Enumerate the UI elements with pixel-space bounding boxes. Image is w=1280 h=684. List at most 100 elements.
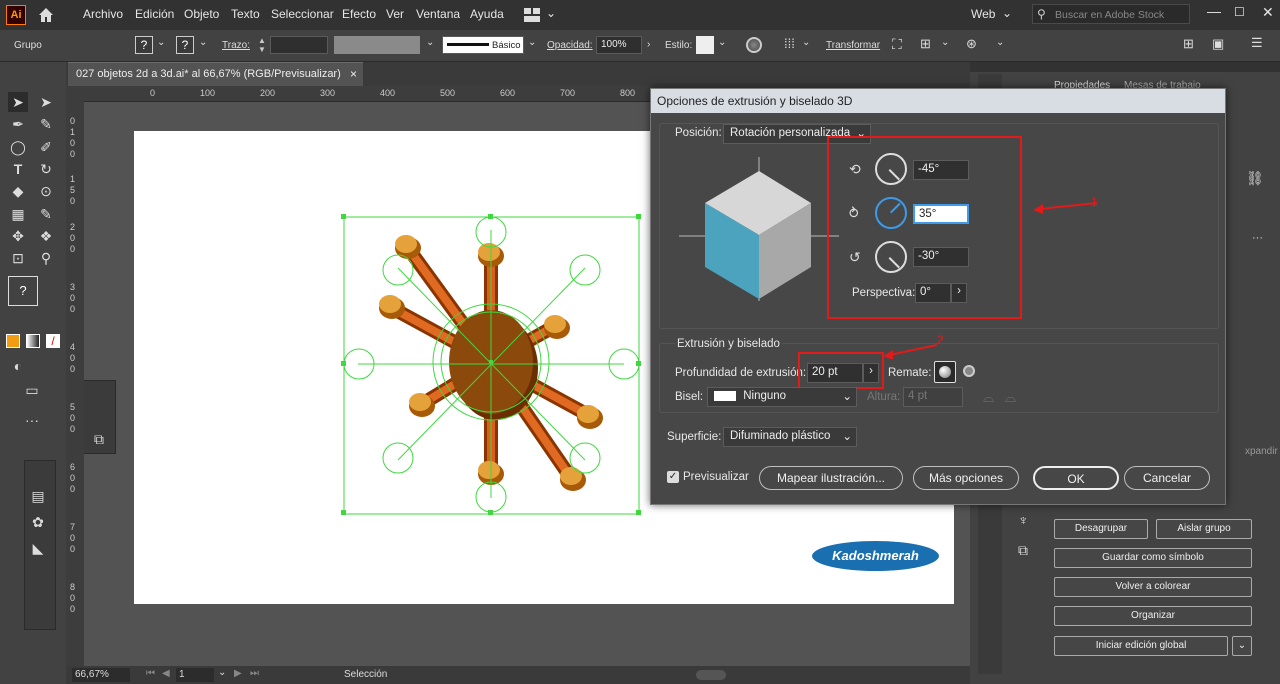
screen-mode-icon[interactable]: ▭ [22, 380, 42, 400]
more-options-button[interactable]: Más opciones [913, 466, 1019, 490]
workspace-switcher[interactable]: Web [971, 7, 995, 21]
zoom-tool-icon[interactable]: ⚲ [36, 248, 56, 268]
chevron-down-icon[interactable]: ⌄ [996, 37, 1004, 48]
gradient-mode-icon[interactable] [26, 334, 40, 348]
chevron-down-icon[interactable]: ⌄ [718, 37, 726, 48]
direct-selection-tool-icon[interactable]: ➤ [36, 92, 56, 112]
chevron-down-icon[interactable]: ⌄ [802, 37, 810, 48]
rotate-tool-icon[interactable]: ↻ [36, 159, 56, 179]
menu-texto[interactable]: Texto [231, 7, 260, 21]
draw-mode-icon[interactable]: ◐ [8, 356, 28, 376]
stroke-swatch[interactable]: ? [176, 36, 194, 54]
ungroup-button[interactable]: Desagrupar [1054, 519, 1148, 539]
fill-swatch-box[interactable]: ? [8, 276, 38, 306]
gradient-tool-icon[interactable]: ▦ [8, 204, 28, 224]
save-as-symbol-button[interactable]: Guardar como símbolo [1054, 548, 1252, 568]
chevron-down-icon[interactable]: ⌄ [218, 667, 226, 678]
selected-3d-group[interactable] [340, 210, 645, 520]
global-edit-button[interactable]: Iniciar edición global [1054, 636, 1228, 656]
variable-width-profile[interactable] [334, 36, 420, 54]
pen-tool-icon[interactable]: ✒ [8, 114, 28, 134]
chevron-down-icon[interactable]: ⌄ [157, 37, 165, 48]
home-icon[interactable] [37, 6, 55, 24]
cap-on-button[interactable] [934, 361, 956, 383]
stroke-stepper[interactable]: ▲ ▼ [256, 36, 268, 54]
arrange-documents-icon[interactable] [524, 8, 540, 22]
menu-objeto[interactable]: Objeto [184, 7, 219, 21]
menu-ventana[interactable]: Ventana [416, 7, 460, 21]
ok-button[interactable]: OK [1033, 466, 1119, 490]
minimize-icon[interactable]: — [1207, 3, 1221, 19]
isolate-group-button[interactable]: Aislar grupo [1156, 519, 1252, 539]
ellipse-tool-icon[interactable]: ◯ [8, 137, 28, 157]
preview-checkbox[interactable]: ✓ [667, 471, 679, 483]
fill-swatch[interactable]: ? [135, 36, 153, 54]
libraries-icon[interactable]: ▤ [28, 486, 48, 506]
zoom-field[interactable]: 66,67% [72, 668, 130, 682]
last-artboard-icon[interactable]: ⏭ [250, 668, 259, 679]
maximize-icon[interactable]: ☐ [1234, 5, 1245, 19]
surface-select[interactable]: Difuminado plástico ⌄ [723, 427, 857, 447]
curvature-tool-icon[interactable]: ✎ [36, 114, 56, 134]
selection-tool-icon[interactable]: ➤ [8, 92, 28, 112]
unlink-icon[interactable]: ⛓ [1246, 170, 1264, 187]
chevron-down-icon[interactable]: ⌄ [546, 6, 556, 20]
menu-seleccionar[interactable]: Seleccionar [271, 7, 334, 21]
fill-stroke-swatches[interactable]: ? [8, 276, 56, 321]
artboard-tool-icon[interactable]: ⊡ [8, 248, 28, 268]
panel-layout-icon[interactable]: ▣ [1212, 36, 1224, 52]
opacity-field[interactable]: 100% [596, 36, 642, 54]
transform-bounds-icon[interactable]: ⛶ [892, 36, 902, 53]
align-grid-icon[interactable]: ⁞⁞⁞ [784, 36, 795, 51]
type-tool-icon[interactable]: T [8, 159, 28, 179]
puppet-icon[interactable]: ♆ [1018, 512, 1029, 528]
pathfinder-icon[interactable]: ⧉ [89, 429, 109, 449]
recolor-button[interactable]: Volver a colorear [1054, 577, 1252, 597]
chevron-down-icon[interactable]: ⌄ [941, 37, 949, 48]
none-mode-icon[interactable]: / [46, 334, 60, 348]
isolate-icon[interactable]: ⊞ [920, 36, 931, 52]
close-icon[interactable]: ✕ [1262, 4, 1274, 21]
puppet-warp-tool-icon[interactable]: ✥ [8, 226, 28, 246]
chevron-down-icon[interactable]: ⌄ [426, 37, 434, 48]
stroke-weight-field[interactable] [270, 36, 328, 54]
transform-link[interactable]: Transformar [826, 40, 880, 51]
shape-builder-tool-icon[interactable]: ⊙ [36, 181, 56, 201]
gradient-panel-icon[interactable]: ◣ [28, 538, 48, 558]
recolor-icon[interactable] [746, 37, 762, 53]
chevron-down-icon[interactable]: ⌄ [528, 37, 536, 48]
brush-definition-field[interactable]: Básico [442, 36, 524, 54]
chevron-right-icon[interactable]: › [647, 39, 650, 50]
panel-overflow-icon[interactable]: ··· [1252, 232, 1263, 244]
cancel-button[interactable]: Cancelar [1124, 466, 1210, 490]
rotation-cube-preview[interactable] [677, 155, 841, 303]
puppet-warp-icon[interactable]: ⊛ [966, 36, 977, 52]
prev-artboard-icon[interactable]: ◀ [162, 668, 170, 679]
first-artboard-icon[interactable]: ⏮ [146, 668, 155, 679]
next-artboard-icon[interactable]: ▶ [234, 668, 242, 679]
eraser-tool-icon[interactable]: ◆ [8, 181, 28, 201]
chevron-down-icon[interactable]: ⌄ [199, 37, 207, 48]
arrange-button[interactable]: Organizar [1054, 606, 1252, 626]
eyedropper-tool-icon[interactable]: ✎ [36, 204, 56, 224]
horizontal-scrollbar-thumb[interactable] [696, 670, 726, 680]
document-tab[interactable]: 027 objetos 2d a 3d.ai* al 66,67% (RGB/P… [68, 62, 363, 86]
symbol-sprayer-tool-icon[interactable]: ❖ [36, 226, 56, 246]
menu-archivo[interactable]: Archivo [83, 7, 123, 21]
menu-edicion[interactable]: Edición [135, 7, 174, 21]
fill-color-mode-icon[interactable] [6, 334, 20, 348]
menu-ver[interactable]: Ver [386, 7, 404, 21]
map-art-button[interactable]: Mapear ilustración... [759, 466, 903, 490]
brushes-icon[interactable]: ✿ [28, 512, 48, 532]
search-field[interactable]: ⚲ Buscar en Adobe Stock [1032, 4, 1190, 24]
global-edit-dropdown[interactable]: ⌄ [1232, 636, 1252, 656]
symbol-icon[interactable]: ⧉ [1018, 542, 1028, 559]
paintbrush-tool-icon[interactable]: ✐ [36, 137, 56, 157]
more-tools-icon[interactable]: ··· [22, 410, 42, 430]
grid-icon[interactable]: ⊞ [1183, 36, 1194, 52]
close-tab-icon[interactable]: × [350, 67, 357, 81]
graphic-style-swatch[interactable] [696, 36, 714, 54]
bevel-select[interactable]: Ninguno ⌄ [707, 387, 857, 407]
expand-label[interactable]: xpandir [1245, 446, 1278, 457]
chevron-down-icon[interactable]: ⌄ [1002, 6, 1012, 20]
